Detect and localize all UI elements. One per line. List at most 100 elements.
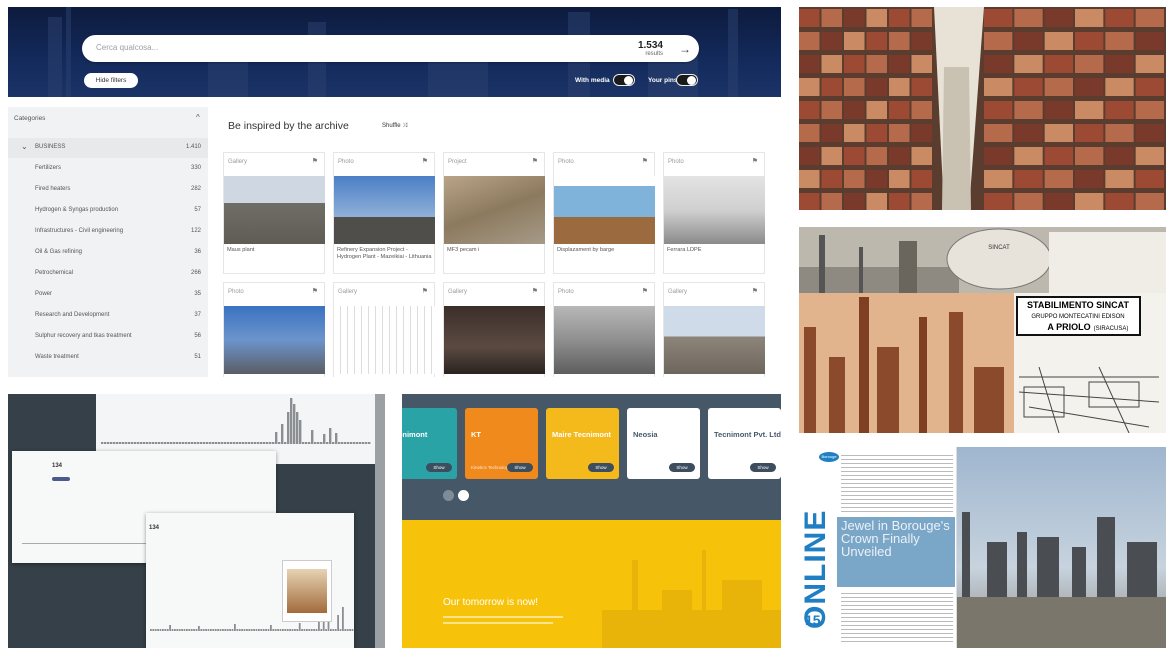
category-item[interactable]: Fertilizers 330 — [8, 159, 208, 179]
pin-icon[interactable]: ⚑ — [422, 287, 428, 295]
company-card[interactable]: Tecnimont Show — [402, 408, 457, 479]
category-count: 56 — [194, 333, 201, 339]
company-name: KT — [471, 430, 481, 439]
category-item[interactable]: Research and Development 37 — [8, 306, 208, 326]
card-image[interactable] — [444, 306, 545, 374]
card-type: Gallery — [668, 289, 688, 295]
category-name: BUSINESS — [35, 144, 66, 150]
card-image[interactable] — [334, 176, 435, 244]
hide-filters-button[interactable]: Hide filters — [84, 73, 138, 88]
expand-icon[interactable]: ⌄ — [21, 142, 28, 151]
tagline: Our tomorrow is now! — [443, 597, 539, 608]
tagline-banner — [402, 520, 781, 648]
card-value-2: 134 — [149, 525, 160, 531]
card-image[interactable] — [334, 306, 435, 374]
article-text-block — [841, 455, 953, 513]
pin-icon[interactable]: ⚑ — [532, 157, 538, 165]
card-type: Photo — [668, 159, 684, 165]
category-item[interactable]: ⌄ BUSINESS 1.410 — [8, 138, 208, 158]
company-card[interactable]: KT Kinetics Technology Show — [465, 408, 538, 479]
company-name: Maire Tecnimont — [552, 430, 612, 439]
arrow-right-icon[interactable]: → — [679, 42, 691, 56]
show-button[interactable]: Show — [669, 463, 695, 472]
with-media-label: With media — [575, 77, 610, 84]
company-card[interactable]: Tecnimont Pvt. Ltd Show — [708, 408, 781, 479]
category-item[interactable]: Sulphur recovery and tkas treatment 56 — [8, 327, 208, 347]
card-image[interactable] — [554, 306, 655, 374]
search-placeholder: Cerca qualcosa... — [96, 43, 159, 52]
borouge-logo: Borouge — [819, 452, 839, 462]
card-image[interactable] — [554, 176, 655, 244]
show-button[interactable]: Show — [426, 463, 452, 472]
company-name: Neosia — [633, 430, 658, 439]
archive-card[interactable]: Project ⚑ MF3 pecam i — [443, 152, 545, 274]
show-button[interactable]: Show — [750, 463, 776, 472]
category-item[interactable]: Power 35 — [8, 285, 208, 305]
category-item[interactable]: Waste treatment 51 — [8, 348, 208, 368]
card-image[interactable] — [224, 176, 325, 244]
category-name: Sulphur recovery and tkas treatment — [35, 333, 132, 339]
pin-icon[interactable]: ⚑ — [642, 287, 648, 295]
card-caption: Ferrara LDPE — [667, 247, 702, 253]
chevron-up-icon[interactable]: ^ — [196, 113, 200, 122]
pin-icon[interactable]: ⚑ — [752, 157, 758, 165]
card-image[interactable] — [224, 306, 325, 374]
category-item[interactable]: Hydrogen & Syngas production 57 — [8, 201, 208, 221]
category-item[interactable]: Fired heaters 282 — [8, 180, 208, 200]
archive-card[interactable]: Photo ⚑ — [553, 282, 655, 377]
archive-card[interactable]: Photo ⚑ Ferrara LDPE — [663, 152, 765, 274]
card-type: Photo — [228, 289, 244, 295]
show-button[interactable]: Show — [507, 463, 533, 472]
company-name: Tecnimont — [402, 430, 428, 439]
category-item[interactable]: Oil & Gas refining 36 — [8, 243, 208, 263]
archive-card[interactable]: Gallery ⚑ — [663, 282, 765, 377]
category-name: Fertilizers — [35, 165, 62, 171]
card-type: Photo — [558, 159, 574, 165]
category-name: Hydrogen & Syngas production — [35, 207, 119, 213]
category-count: 37 — [194, 312, 201, 318]
with-media-toggle[interactable] — [613, 74, 635, 86]
category-name: Waste treatment — [35, 354, 79, 360]
archive-card[interactable]: Photo ⚑ Refinery Expansion Project - Hydro… — [333, 152, 435, 274]
category-item[interactable]: Infrastructures - Civil engineering 122 — [8, 222, 208, 242]
category-item[interactable]: Petrochemical 266 — [8, 264, 208, 284]
card-caption: Displazament by barge — [557, 247, 615, 253]
card-image[interactable] — [664, 306, 765, 374]
archive-card[interactable]: Photo ⚑ — [223, 282, 325, 377]
categories-sidebar: Categories ^ ⌄ BUSINESS 1.410 Fertilizers 33… — [8, 107, 208, 377]
your-pins-toggle[interactable] — [676, 74, 698, 86]
carousel-dot-1[interactable] — [443, 490, 454, 501]
pin-icon[interactable]: ⚑ — [422, 157, 428, 165]
company-card[interactable]: Neosia Show — [627, 408, 700, 479]
pin-icon[interactable]: ⚑ — [532, 287, 538, 295]
photo-thumbnail[interactable] — [282, 560, 332, 622]
archive-card[interactable]: Photo ⚑ Displazament by barge — [553, 152, 655, 274]
shuffle-button[interactable]: Shuffle ⤨ — [382, 123, 407, 130]
category-count: 51 — [194, 354, 201, 360]
pin-icon[interactable]: ⚑ — [752, 287, 758, 295]
archive-card[interactable]: Gallery ⚑ Maus plant — [223, 152, 325, 274]
category-count: 36 — [194, 249, 201, 255]
card-image[interactable] — [664, 176, 765, 244]
company-card[interactable]: Maire Tecnimont Show — [546, 408, 619, 479]
card-image[interactable] — [444, 176, 545, 244]
plant-photo — [957, 447, 1166, 648]
scrollbar[interactable] — [375, 394, 385, 648]
collage-illustration: STABILIMENTO SINCAT GRUPPO MONTECATINI E… — [799, 227, 1166, 433]
archive-card[interactable]: Gallery ⚑ — [333, 282, 435, 377]
pin-icon[interactable]: ⚑ — [642, 157, 648, 165]
pin-icon[interactable]: ⚑ — [312, 157, 318, 165]
category-count: 35 — [194, 291, 201, 297]
carousel-dot-2[interactable] — [458, 490, 469, 501]
timeline-card-2: 134 — [146, 513, 354, 648]
category-count: 282 — [190, 186, 201, 192]
category-name: Petrochemical — [35, 270, 74, 276]
article-text-block-2 — [841, 593, 953, 643]
archive-card[interactable]: Gallery ⚑ — [443, 282, 545, 377]
search-bar[interactable]: Cerca qualcosa... 1.534 results → — [82, 35, 699, 62]
pin-icon[interactable]: ⚑ — [312, 287, 318, 295]
show-button[interactable]: Show — [588, 463, 614, 472]
timeline-screens: 134 134 — [8, 394, 385, 648]
card-type: Photo — [338, 159, 354, 165]
category-name: Fired heaters — [35, 186, 71, 192]
